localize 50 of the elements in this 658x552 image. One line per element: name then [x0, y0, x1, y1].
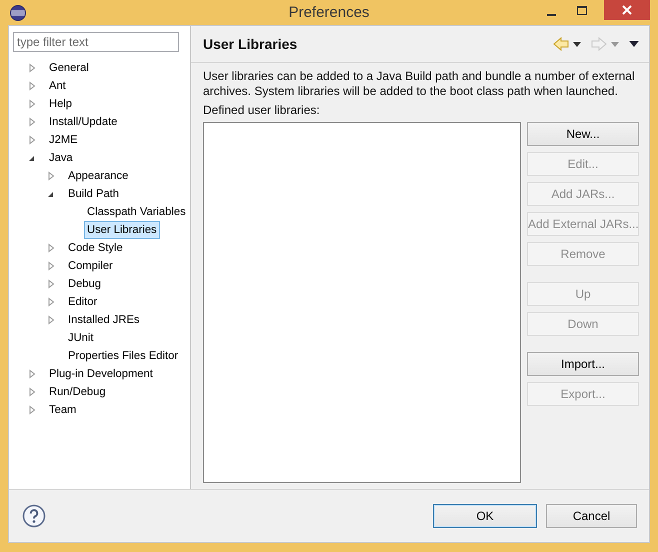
filter-field[interactable]: type filter text: [13, 32, 179, 52]
dialog-button[interactable]: Cancel: [546, 504, 637, 528]
tree-item[interactable]: Code Style: [65, 239, 126, 257]
action-button[interactable]: New...: [527, 122, 639, 146]
tree-item[interactable]: Debug: [65, 275, 104, 293]
help-icon[interactable]: [22, 504, 46, 528]
tree-item[interactable]: JUnit: [65, 329, 96, 347]
tree-item[interactable]: User Libraries: [84, 221, 160, 239]
expand-arrow-icon[interactable]: [46, 315, 56, 325]
tree-item[interactable]: General: [46, 59, 92, 77]
expand-arrow-icon[interactable]: [46, 261, 56, 271]
expand-arrow-icon[interactable]: [27, 135, 37, 145]
expand-arrow-icon[interactable]: [27, 117, 37, 127]
expand-arrow-icon[interactable]: [27, 405, 37, 415]
menu-icon[interactable]: [629, 41, 639, 47]
tree-item[interactable]: Ant: [46, 77, 69, 95]
expand-arrow-icon[interactable]: [27, 387, 37, 397]
tree-item[interactable]: Editor: [65, 293, 100, 311]
expand-arrow-icon[interactable]: [46, 243, 56, 253]
tree-item[interactable]: Compiler: [65, 257, 116, 275]
tree-item[interactable]: Install/Update: [46, 113, 120, 131]
tree-item[interactable]: Build Path: [65, 185, 122, 203]
expand-arrow-icon[interactable]: [46, 171, 56, 181]
expand-arrow-icon[interactable]: [27, 63, 37, 73]
description-text: User libraries can be added to a Java Build path and bundle a number of external archives. System libraries will be added to the boot class path when launched.: [203, 69, 636, 99]
tree-item[interactable]: Team: [46, 401, 80, 419]
close-button[interactable]: [604, 0, 650, 20]
expand-arrow-icon[interactable]: [46, 297, 56, 307]
dialog-button[interactable]: OK: [433, 504, 537, 528]
page-title: User Libraries: [203, 36, 298, 52]
window-title: Preferences: [288, 4, 370, 21]
expand-arrow-icon[interactable]: [27, 99, 37, 109]
expand-arrow-icon[interactable]: [27, 369, 37, 379]
tree-item[interactable]: Run/Debug: [46, 383, 109, 401]
action-button[interactable]: Import...: [527, 352, 639, 376]
tree-item[interactable]: J2ME: [46, 131, 81, 149]
tree-item[interactable]: Classpath Variables: [84, 203, 189, 221]
tree-item[interactable]: Java: [46, 149, 76, 167]
expand-arrow-icon[interactable]: [46, 279, 56, 289]
tree-item[interactable]: Properties Files Editor: [65, 347, 182, 365]
tree-item[interactable]: Plug-in Development: [46, 365, 156, 383]
maximize-icon[interactable]: [577, 6, 587, 15]
close-icon: [622, 5, 632, 15]
tree-item[interactable]: Installed JREs: [65, 311, 143, 329]
expand-arrow-icon[interactable]: [27, 81, 37, 91]
app-logo-icon: [10, 4, 26, 20]
dropdown-icon[interactable]: [573, 42, 581, 46]
tree-item[interactable]: Help: [46, 95, 76, 113]
list-label: Defined user libraries:: [203, 103, 321, 117]
tree-item[interactable]: Appearance: [65, 167, 132, 185]
